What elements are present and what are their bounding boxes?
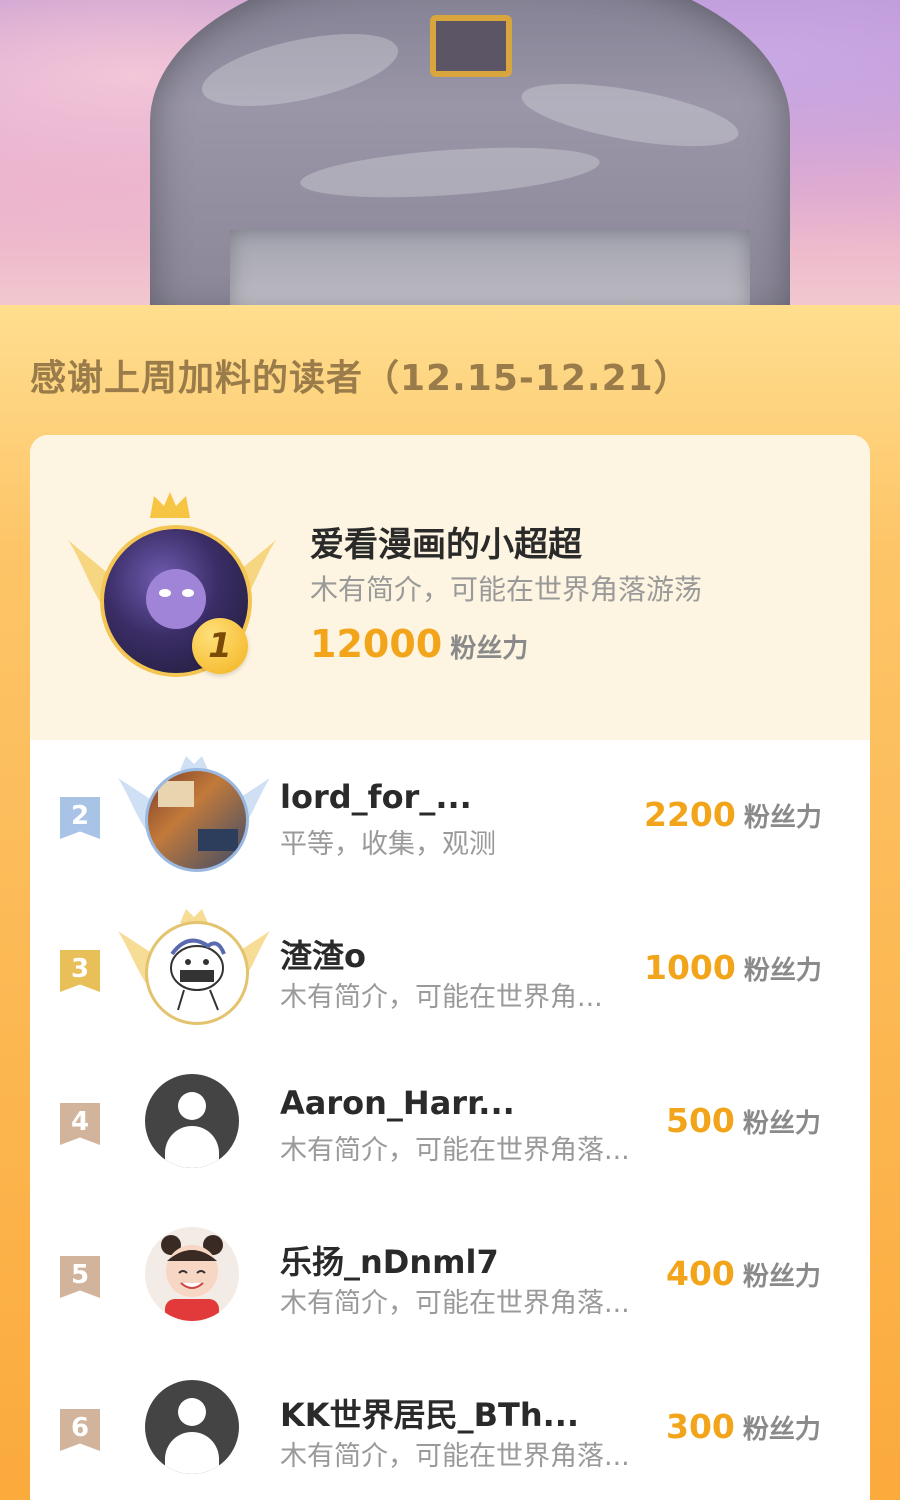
top-reader-entry[interactable]: 1 爱看漫画的小超超 木有简介，可能在世界角落游荡 12000 粉丝力: [30, 435, 870, 740]
reader-bio: 木有简介，可能在世界角落...: [280, 1441, 630, 1472]
rank-badge: 3: [60, 950, 100, 992]
reader-row[interactable]: 5 乐扬_nDnml7 木有简介，可能在世界角落... 400 粉丝力: [30, 1199, 870, 1352]
score-value: 1000: [644, 948, 736, 987]
reader-bio: 木有简介，可能在世界角落...: [280, 1288, 630, 1319]
score-unit: 粉丝力: [742, 1415, 821, 1445]
supporter-panel: 感谢上周加料的读者（12.15-12.21） 1 爱看漫画的小超超 木有简介，可…: [0, 305, 900, 1500]
rank-medal: 1: [192, 618, 248, 674]
reader-name[interactable]: lord_for_...: [280, 778, 472, 816]
score-unit: 粉丝力: [743, 803, 822, 833]
comic-panel-image: [0, 0, 900, 305]
avatar-eye: [159, 589, 171, 597]
reader-row[interactable]: 4 Aaron_Harr... 木有简介，可能在世界角落... 500 粉丝力: [30, 1046, 870, 1199]
rank-badge: 4: [60, 1103, 100, 1145]
fan-power-score: 1000 粉丝力: [644, 948, 822, 987]
score-value: 2200: [644, 795, 736, 834]
crown-icon: [150, 492, 190, 518]
avatar-detail: [198, 829, 238, 851]
avatar-detail: [158, 781, 194, 807]
reader-bio: 木有简介，可能在世界角落游荡: [310, 573, 703, 606]
score-value: 400: [666, 1254, 735, 1293]
rank-badge: 6: [60, 1409, 100, 1451]
avatar[interactable]: [145, 921, 249, 1025]
reader-bio: 木有简介，可能在世界角落...: [280, 1135, 630, 1166]
score-value: 300: [666, 1407, 735, 1446]
panel-title: 感谢上周加料的读者（12.15-12.21）: [30, 358, 691, 399]
fan-power-score: 2200 粉丝力: [644, 795, 822, 834]
avatar-eye: [182, 589, 194, 597]
avatar[interactable]: [145, 1074, 239, 1168]
reader-bio: 木有简介，可能在世界角...: [280, 982, 603, 1013]
reader-name[interactable]: 爱看漫画的小超超: [310, 517, 582, 566]
rank-badge: 5: [60, 1256, 100, 1298]
reader-row[interactable]: 3 渣渣o 木有简介，可能在世界角... 1000 粉丝力: [30, 893, 870, 1046]
avatar[interactable]: [145, 768, 249, 872]
ranking-card: 1 爱看漫画的小超超 木有简介，可能在世界角落游荡 12000 粉丝力 2 lo…: [30, 435, 870, 1500]
reader-row[interactable]: 6 KK世界居民_BTh... 木有简介，可能在世界角落... 300 粉丝力: [30, 1352, 870, 1500]
reader-bio: 平等，收集，观测: [280, 829, 496, 860]
avatar-face: [146, 569, 206, 629]
rank-badge: 2: [60, 797, 100, 839]
app-page: 感谢上周加料的读者（12.15-12.21） 1 爱看漫画的小超超 木有简介，可…: [0, 0, 900, 1500]
default-avatar-icon: [178, 1092, 206, 1120]
score-unit: 粉丝力: [450, 634, 529, 664]
score-unit: 粉丝力: [743, 956, 822, 986]
doodle-face-icon: [170, 938, 226, 1011]
comic-belt-buckle: [430, 15, 512, 77]
reader-row[interactable]: 2 lord_for_... 平等，收集，观测 2200 粉丝力: [30, 740, 870, 893]
fan-power-score: 400 粉丝力: [666, 1254, 821, 1293]
default-avatar-body: [165, 1432, 219, 1474]
reader-name[interactable]: 乐扬_nDnml7: [280, 1237, 499, 1283]
child-photo-icon: [161, 1235, 223, 1321]
reader-name[interactable]: KK世界居民_BTh...: [280, 1390, 579, 1436]
comic-pants: [230, 230, 750, 305]
default-avatar-body: [165, 1126, 219, 1168]
score-value: 500: [666, 1101, 735, 1140]
score-unit: 粉丝力: [742, 1262, 821, 1292]
fan-power-score: 300 粉丝力: [666, 1407, 821, 1446]
score-value: 12000: [310, 622, 443, 666]
default-avatar-icon: [178, 1398, 206, 1426]
fan-power-score: 500 粉丝力: [666, 1101, 821, 1140]
reader-name[interactable]: Aaron_Harr...: [280, 1084, 515, 1122]
avatar[interactable]: [145, 1227, 239, 1321]
fan-power-score: 12000 粉丝力: [310, 622, 528, 666]
reader-name[interactable]: 渣渣o: [280, 931, 366, 977]
score-unit: 粉丝力: [742, 1109, 821, 1139]
avatar[interactable]: [145, 1380, 239, 1474]
